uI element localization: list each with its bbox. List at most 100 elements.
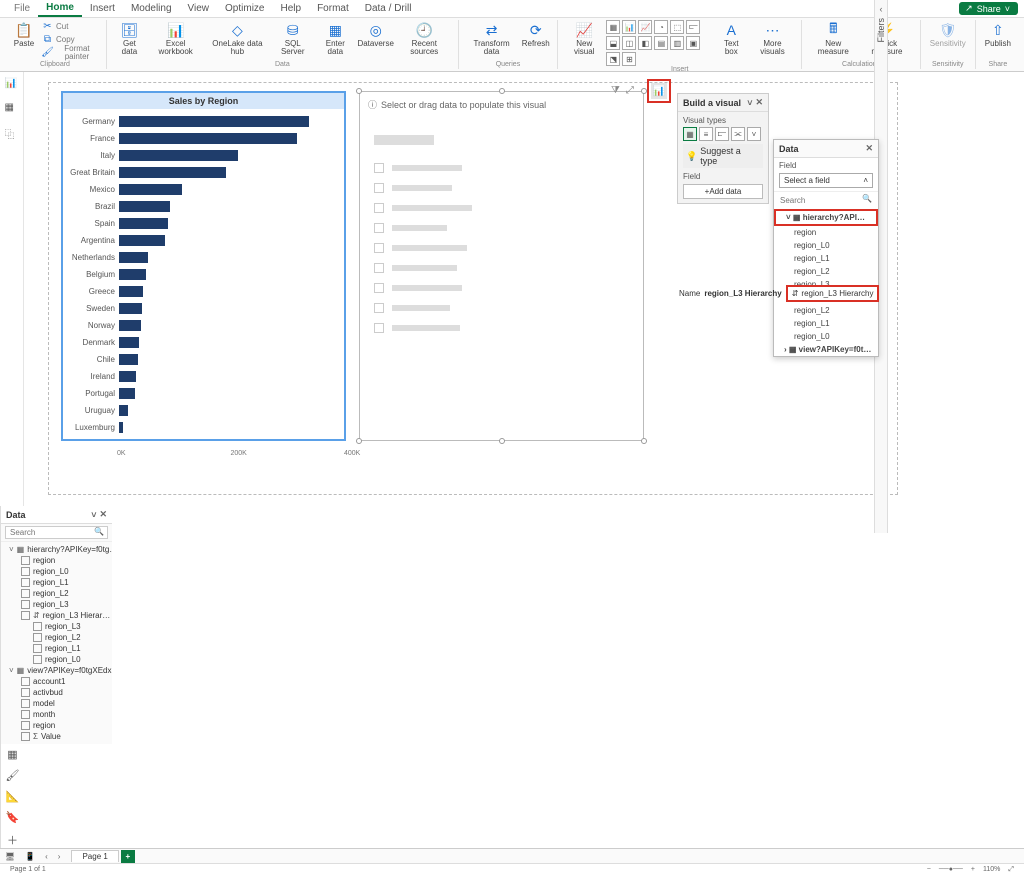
- focus-icon[interactable]: ⤢: [626, 85, 634, 96]
- menu-modeling[interactable]: Modeling: [123, 1, 180, 16]
- prev-page-icon[interactable]: ‹: [40, 852, 53, 861]
- analytics-icon[interactable]: 📐: [6, 790, 20, 803]
- visual-gallery-item[interactable]: ⫍: [686, 20, 700, 34]
- select-field-dropdown[interactable]: Select a field˄: [779, 173, 873, 188]
- field-node[interactable]: model: [1, 698, 112, 709]
- transform-data-button[interactable]: ⇄Transform data: [465, 20, 519, 58]
- mobile-icon[interactable]: 📱: [20, 852, 40, 861]
- visual-gallery-item[interactable]: 📊: [622, 20, 636, 34]
- on-object-format-button[interactable]: 📊: [651, 83, 667, 99]
- sales-by-region-chart[interactable]: Sales by Region GermanyFranceItalyGreat …: [61, 91, 346, 441]
- zoom-in[interactable]: +: [967, 866, 979, 873]
- refresh-button[interactable]: ⟳Refresh: [520, 20, 551, 50]
- visual-gallery-item[interactable]: 📈: [638, 20, 652, 34]
- zoom-out[interactable]: −: [923, 866, 935, 873]
- add-data-button[interactable]: +Add data: [683, 184, 763, 199]
- field-node[interactable]: region: [1, 720, 112, 731]
- close-icon[interactable]: ✕: [755, 97, 763, 108]
- field-node[interactable]: activbud: [1, 687, 112, 698]
- field-node[interactable]: region_L2: [1, 588, 112, 599]
- field-node[interactable]: region_L1: [1, 577, 112, 588]
- more-visuals-button[interactable]: ⋯More visuals: [750, 20, 796, 58]
- empty-visual-placeholder[interactable]: Select or drag data to populate this vis…: [359, 91, 644, 441]
- new-visual-button[interactable]: 📈New visual: [564, 20, 604, 58]
- field-item[interactable]: region_L2: [774, 304, 878, 317]
- model-view-icon[interactable]: ⿻: [5, 126, 19, 140]
- publish-button[interactable]: ⇧Publish: [982, 20, 1014, 50]
- table-view-icon[interactable]: ▦: [5, 102, 19, 116]
- hierarchy-node[interactable]: ⇵region_L3 Hierar…: [1, 610, 112, 621]
- share-button[interactable]: Share ˅: [959, 2, 1018, 15]
- resize-handle[interactable]: [356, 438, 362, 444]
- chevron-down-icon[interactable]: ˅: [91, 510, 96, 520]
- field-item[interactable]: region_L0: [774, 330, 878, 343]
- new-measure-button[interactable]: 🖩New measure: [808, 20, 858, 58]
- sensitivity-button[interactable]: 🛡Sensitivity: [927, 20, 969, 50]
- bookmark-icon[interactable]: 🔖: [6, 811, 20, 824]
- field-node[interactable]: region_L1: [1, 643, 112, 654]
- visual-gallery-item[interactable]: ◫: [622, 36, 636, 50]
- menu-insert[interactable]: Insert: [82, 1, 123, 16]
- dataverse-button[interactable]: ◎Dataverse: [357, 20, 395, 50]
- next-page-icon[interactable]: ›: [53, 852, 66, 861]
- field-item[interactable]: region_L1: [774, 317, 878, 330]
- menu-help[interactable]: Help: [272, 1, 309, 16]
- data-icon[interactable]: ▦: [7, 748, 17, 761]
- field-item[interactable]: region: [774, 226, 878, 239]
- get-data-button[interactable]: 🗄Get data: [113, 20, 146, 58]
- field-node[interactable]: region_L3: [1, 621, 112, 632]
- close-icon[interactable]: ✕: [865, 143, 873, 154]
- visual-type-more[interactable]: ˅: [747, 127, 761, 141]
- recent-sources-button[interactable]: 🕘Recent sources: [397, 20, 452, 58]
- field-node[interactable]: region: [1, 555, 112, 566]
- sql-button[interactable]: ⛁SQL Server: [271, 20, 314, 58]
- format-icon[interactable]: 🖌: [6, 769, 20, 782]
- enter-data-button[interactable]: ▦Enter data: [316, 20, 355, 58]
- close-icon[interactable]: ✕: [99, 509, 107, 520]
- visual-gallery-item[interactable]: ⬚: [670, 20, 684, 34]
- filter-icon[interactable]: ⧩: [611, 85, 620, 96]
- resize-handle[interactable]: [499, 88, 505, 94]
- resize-handle[interactable]: [499, 438, 505, 444]
- visual-gallery-item[interactable]: ⊞: [622, 52, 636, 66]
- desktop-icon[interactable]: 🖥: [0, 852, 20, 861]
- fit-to-page[interactable]: ⤢: [1004, 866, 1018, 874]
- cut-button[interactable]: ✂Cut: [40, 20, 100, 33]
- field-item[interactable]: region_L0: [774, 239, 878, 252]
- field-node[interactable]: account1: [1, 676, 112, 687]
- visual-gallery-item[interactable]: ▣: [686, 36, 700, 50]
- suggest-type-button[interactable]: 💡Suggest a type: [683, 144, 763, 168]
- visual-gallery-item[interactable]: ◔: [654, 20, 668, 34]
- field-search-input[interactable]: [778, 194, 874, 207]
- menu-view[interactable]: View: [180, 1, 218, 16]
- visual-gallery-item[interactable]: ▥: [670, 36, 684, 50]
- menu-format[interactable]: Format: [309, 1, 357, 16]
- visual-gallery-item[interactable]: ⬔: [606, 52, 620, 66]
- page-tab[interactable]: Page 1: [71, 850, 118, 862]
- field-view-header[interactable]: › ▦ view?APIKey=f0tgXEdx…: [774, 343, 878, 356]
- menu-data-drill[interactable]: Data / Drill: [357, 1, 420, 16]
- format-painter-button[interactable]: 🖌Format painter: [40, 46, 100, 59]
- visual-type-column[interactable]: ⫍: [715, 127, 729, 141]
- chevron-down-icon[interactable]: ˅: [747, 98, 752, 108]
- hierarchy-tag-highlight[interactable]: ⇵region_L3 Hierarchy: [786, 285, 880, 302]
- menu-file[interactable]: File: [6, 1, 38, 16]
- field-node[interactable]: month: [1, 709, 112, 720]
- resize-handle[interactable]: [641, 438, 647, 444]
- menu-home[interactable]: Home: [38, 0, 82, 17]
- field-node[interactable]: region_L0: [1, 654, 112, 665]
- field-node[interactable]: region_L2: [1, 632, 112, 643]
- add-page-button[interactable]: +: [121, 850, 135, 863]
- zoom-slider[interactable]: ──●──: [935, 866, 967, 873]
- field-node[interactable]: region_L0: [1, 566, 112, 577]
- text-box-button[interactable]: AText box: [715, 20, 747, 58]
- visual-gallery-item[interactable]: ⬓: [606, 36, 620, 50]
- measure-node[interactable]: ΣValue: [1, 731, 112, 742]
- excel-button[interactable]: 📊Excel workbook: [148, 20, 203, 58]
- field-item[interactable]: region_L1: [774, 252, 878, 265]
- resize-handle[interactable]: [356, 88, 362, 94]
- paste-button[interactable]: 📋Paste: [10, 20, 38, 50]
- menu-optimize[interactable]: Optimize: [217, 1, 272, 16]
- onelake-button[interactable]: ◇OneLake data hub: [205, 20, 269, 58]
- visual-gallery-item[interactable]: ▦: [606, 20, 620, 34]
